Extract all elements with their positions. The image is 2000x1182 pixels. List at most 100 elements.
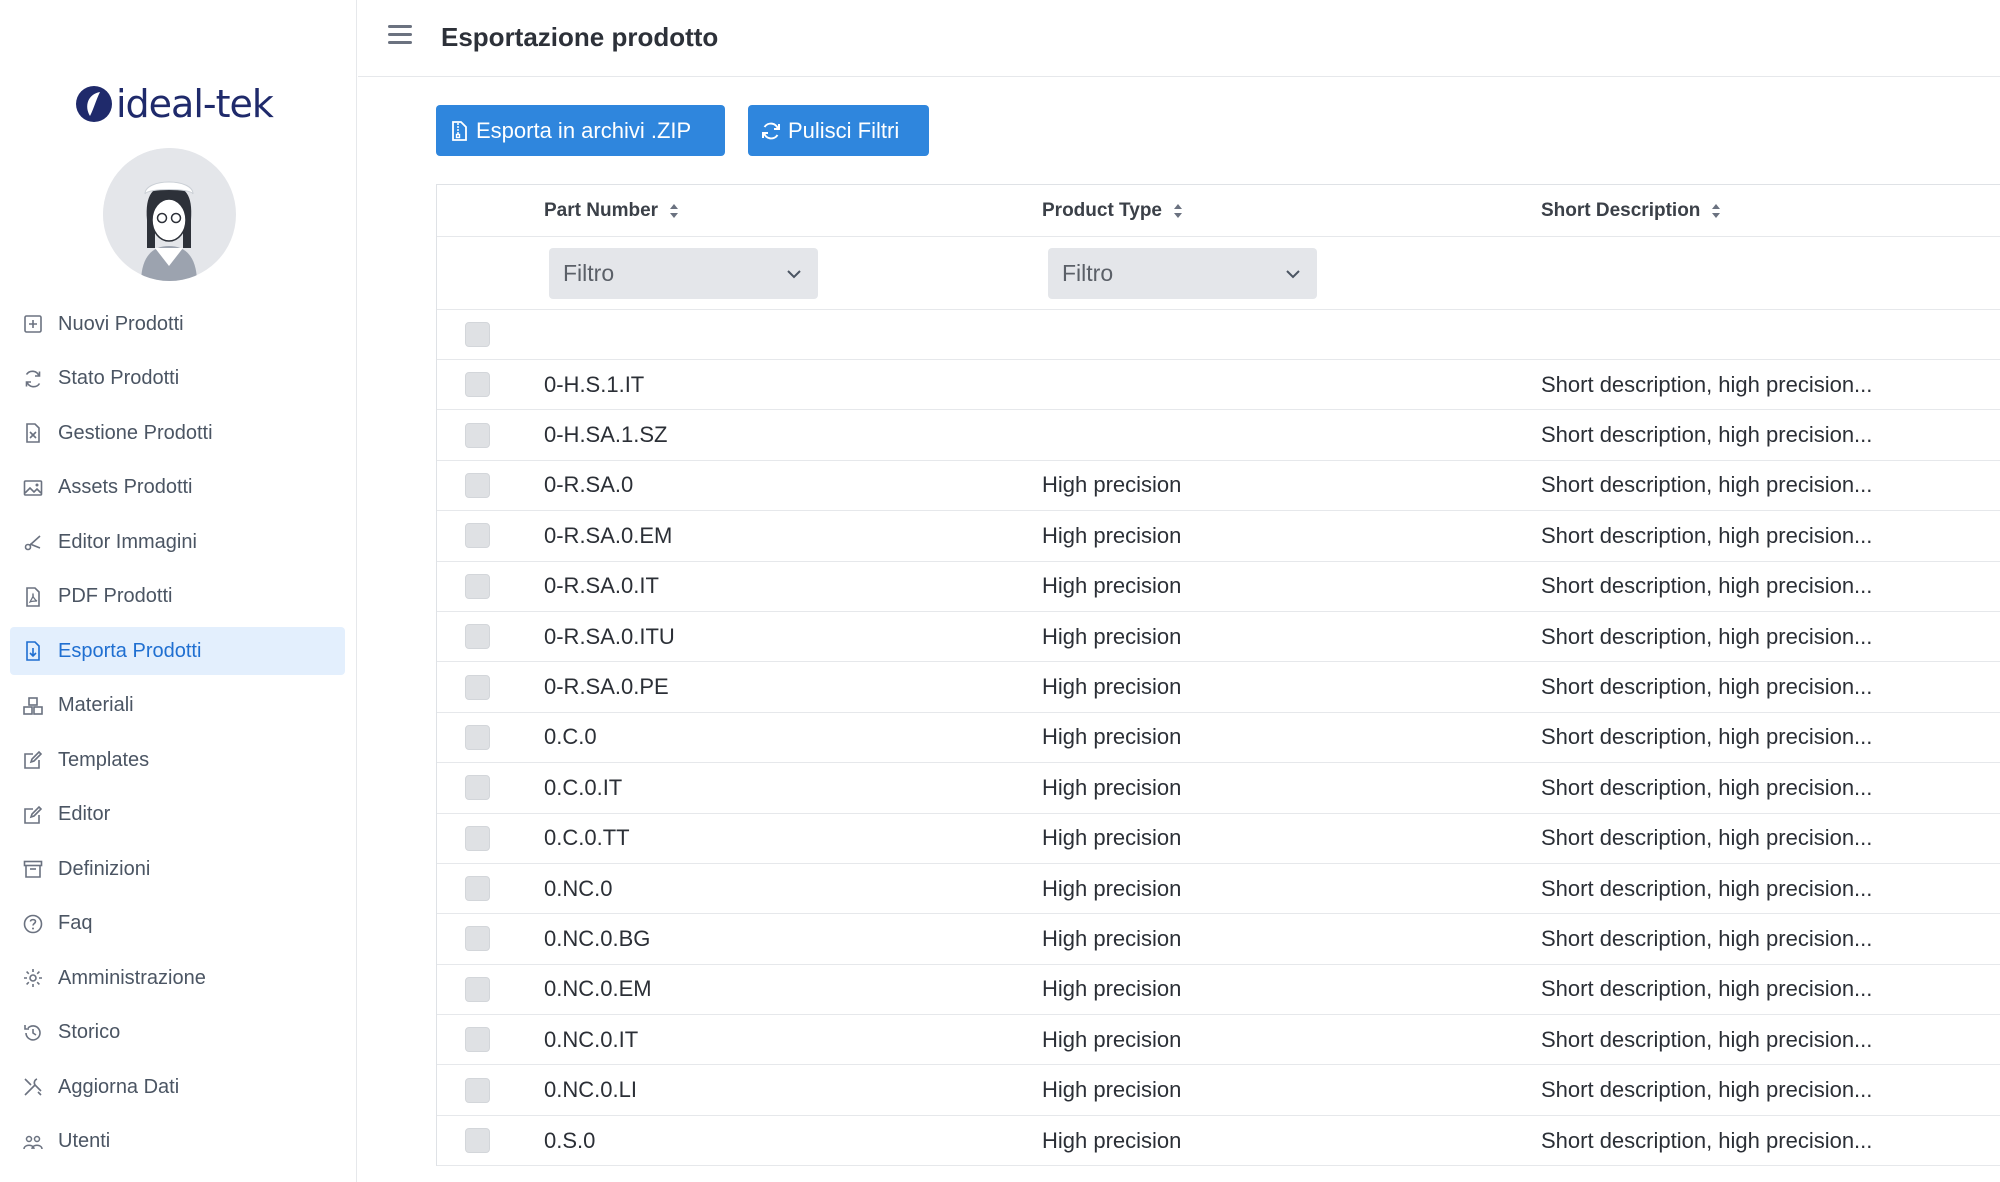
part-number-filter-select[interactable]: Filtro — [549, 248, 818, 299]
table-row[interactable]: 0.NC.0.BG High precision Short description… — [437, 914, 2000, 965]
sidebar-item-faq[interactable]: Faq — [10, 900, 345, 948]
sidebar-item-label: Aggiorna Dati — [58, 1075, 180, 1098]
table-row[interactable]: 0.C.0.IT High precision Short description,… — [437, 763, 2000, 814]
product-type-filter-value: Filtro — [1062, 260, 1114, 286]
history-icon — [22, 1022, 44, 1044]
sidebar-item-nuovi-prodotti[interactable]: Nuovi Prodotti — [10, 300, 345, 348]
table-row[interactable]: 0.S.0 High precision Short description, hi… — [437, 1116, 2000, 1167]
archive-icon — [22, 858, 44, 880]
table-row[interactable]: 0.NC.0 High precision Short description, h… — [437, 864, 2000, 915]
sidebar-item-pdf-prodotti[interactable]: PDF Prodotti — [10, 573, 345, 621]
avatar[interactable] — [103, 148, 236, 281]
part-number-cell: 0.NC.0 — [544, 875, 613, 901]
row-checkbox[interactable] — [465, 674, 490, 700]
product-type-cell: High precision — [1042, 1077, 1182, 1103]
sidebar-nav: Nuovi Prodotti Stato Prodotti Gestione Pro… — [10, 300, 345, 1172]
product-type-cell: High precision — [1042, 825, 1182, 851]
table-filter-row: Filtro Filtro — [437, 237, 2000, 310]
row-checkbox[interactable] — [465, 825, 490, 851]
row-checkbox[interactable] — [465, 372, 490, 398]
clear-filters-button[interactable]: Pulisci Filtri — [748, 105, 929, 156]
row-checkbox[interactable] — [465, 926, 490, 952]
column-header-short-description[interactable]: Short Description — [1541, 185, 1722, 236]
row-checkbox[interactable] — [465, 1027, 490, 1053]
part-number-cell: 0-R.SA.0.ITU — [544, 623, 675, 649]
row-checkbox[interactable] — [465, 724, 490, 750]
select-all-checkbox[interactable] — [465, 322, 490, 347]
sort-icon[interactable] — [1172, 201, 1184, 221]
row-checkbox[interactable] — [465, 976, 490, 1002]
row-checkbox[interactable] — [465, 1128, 490, 1154]
sidebar-item-label: Gestione Prodotti — [58, 421, 213, 444]
sidebar-item-definizioni[interactable]: Definizioni — [10, 845, 345, 893]
short-description-cell: Short description, high precision... — [1541, 825, 1873, 851]
table-row[interactable]: 0.NC.0.EM High precision Short description… — [437, 965, 2000, 1016]
part-number-cell: 0-R.SA.0 — [544, 472, 634, 498]
product-type-cell: High precision — [1042, 875, 1182, 901]
sidebar-item-label: Esporta Prodotti — [58, 639, 202, 662]
sidebar-item-label: Utenti — [58, 1130, 111, 1152]
table-row[interactable]: 0.NC.0.LI High precision Short description… — [437, 1065, 2000, 1116]
table-row[interactable]: 0.C.0 High precision Short description, hi… — [437, 713, 2000, 764]
file-excel-icon — [22, 422, 44, 444]
table-row[interactable]: 0-H.S.1.IT Short description, high precis… — [437, 360, 2000, 411]
sidebar-item-esporta-prodotti[interactable]: Esporta Prodotti — [10, 627, 345, 675]
row-select-cell — [465, 662, 490, 711]
table-row[interactable]: 0.NC.0.IT High precision Short description… — [437, 1015, 2000, 1066]
product-type-cell: High precision — [1042, 1026, 1182, 1052]
sidebar-item-editor[interactable]: Editor — [10, 791, 345, 839]
row-select-cell — [465, 511, 490, 560]
sidebar-item-label: Templates — [58, 748, 150, 771]
short-description-cell: Short description, high precision... — [1541, 774, 1873, 800]
table-row[interactable]: 0-R.SA.0.ITU High precision Short descript… — [437, 612, 2000, 663]
sidebar-item-gestione-prodotti[interactable]: Gestione Prodotti — [10, 409, 345, 457]
table-row[interactable]: 0-R.SA.0.IT High precision Short descripti… — [437, 562, 2000, 612]
sidebar-item-amministrazione[interactable]: Amministrazione — [10, 954, 345, 1002]
product-type-cell: High precision — [1042, 774, 1182, 800]
sort-icon[interactable] — [668, 201, 680, 221]
plus-square-icon — [22, 313, 44, 335]
column-header-product-type[interactable]: Product Type — [1042, 185, 1184, 236]
product-type-filter-select[interactable]: Filtro — [1048, 248, 1317, 299]
table-row[interactable]: 0-R.SA.0.PE High precision Short descripti… — [437, 662, 2000, 713]
part-number-cell: 0-H.S.1.IT — [544, 371, 645, 397]
part-number-cell: 0-H.SA.1.SZ — [544, 422, 668, 448]
image-icon — [22, 477, 44, 499]
table-row[interactable]: 0-R.SA.0.EM High precision Short descripti… — [437, 511, 2000, 562]
column-header-part-number[interactable]: Part Number — [544, 185, 680, 236]
sidebar-item-aggiorna-dati[interactable]: Aggiorna Dati — [10, 1063, 345, 1111]
sidebar-item-materiali[interactable]: Materiali — [10, 682, 345, 730]
refresh-icon — [22, 368, 44, 390]
table-row[interactable]: 0-H.SA.1.SZ Short description, high preci… — [437, 410, 2000, 461]
hamburger-menu-icon[interactable] — [388, 25, 412, 49]
sidebar-item-editor-immagini[interactable]: Editor Immagini — [10, 518, 345, 566]
refresh-icon — [762, 122, 780, 139]
brand-logo[interactable]: ideal-tek — [74, 80, 274, 128]
sidebar-item-stato-prodotti[interactable]: Stato Prodotti — [10, 355, 345, 403]
sidebar-item-templates[interactable]: Templates — [10, 736, 345, 784]
sort-icon[interactable] — [1710, 201, 1722, 221]
row-checkbox[interactable] — [465, 775, 490, 801]
sidebar-item-storico[interactable]: Storico — [10, 1009, 345, 1057]
row-checkbox[interactable] — [465, 624, 490, 650]
row-checkbox[interactable] — [465, 472, 490, 498]
sidebar-item-assets-prodotti[interactable]: Assets Prodotti — [10, 464, 345, 512]
row-select-cell — [465, 914, 490, 963]
sidebar-item-label: Stato Prodotti — [58, 367, 180, 389]
row-checkbox[interactable] — [465, 422, 490, 448]
sidebar-item-label: Materiali — [58, 694, 134, 716]
question-circle-icon — [22, 913, 44, 935]
row-checkbox[interactable] — [465, 573, 490, 599]
table-row[interactable]: 0.C.0.TT High precision Short description,… — [437, 814, 2000, 864]
export-zip-button[interactable]: Esporta in archivi .ZIP — [436, 105, 725, 156]
sidebar-item-utenti[interactable]: Utenti — [10, 1118, 345, 1166]
sidebar-item-label: Editor — [58, 803, 111, 825]
row-checkbox[interactable] — [465, 523, 490, 549]
boxes-icon — [22, 695, 44, 717]
row-checkbox[interactable] — [465, 876, 490, 902]
tools-icon — [22, 1076, 44, 1098]
file-export-icon — [22, 640, 44, 662]
row-checkbox[interactable] — [465, 1077, 490, 1103]
table-row[interactable]: 0-R.SA.0 High precision Short description,… — [437, 461, 2000, 512]
sidebar-item-label: Assets Prodotti — [58, 476, 193, 498]
